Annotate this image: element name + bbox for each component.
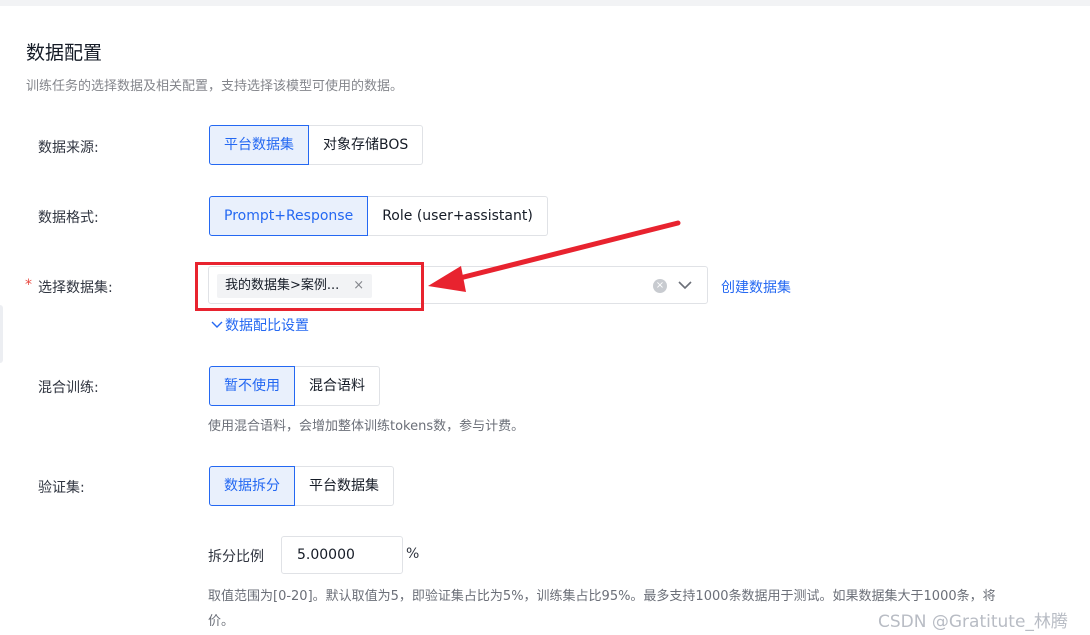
ratio-label: 拆分比例 [208,549,264,565]
format-option-prompt-response[interactable]: Prompt+Response [209,196,369,236]
validation-option-platform[interactable]: 平台数据集 [295,466,394,506]
ratio-input[interactable]: 5.00000 [281,536,403,574]
source-label: 数据来源: [38,140,99,156]
validation-hint-line1: 取值范围为[0-20]。默认取值为5，即验证集占比为5%，训练集占比95%。最多… [208,589,996,604]
source-segmented: 平台数据集 对象存储BOS [209,125,424,165]
mix-segmented: 暂不使用 混合语料 [209,366,380,406]
validation-hint-line2: 价。 [208,614,235,629]
annotation-highlight-box [195,262,424,311]
watermark: CSDN @Gratitute_林腾 [878,612,1068,632]
create-dataset-link[interactable]: 创建数据集 [721,277,791,297]
validation-segmented: 数据拆分 平台数据集 [209,466,394,506]
side-handle[interactable] [0,305,3,363]
source-option-platform[interactable]: 平台数据集 [209,125,309,165]
ratio-settings-text: 数据配比设置 [225,318,309,334]
chevron-down-icon[interactable] [677,275,693,295]
mix-hint: 使用混合语料，会增加整体训练tokens数，参与计费。 [208,419,525,434]
mix-option-none[interactable]: 暂不使用 [209,366,295,406]
source-option-bos[interactable]: 对象存储BOS [309,125,424,165]
mix-label: 混合训练: [38,380,99,396]
ratio-settings-link[interactable]: 数据配比设置 [211,315,309,335]
validation-option-split[interactable]: 数据拆分 [209,466,295,506]
section-title: 数据配置 [26,42,103,64]
validation-label: 验证集: [38,480,85,496]
annotation-arrow [428,220,681,292]
required-mark: * [25,277,32,293]
dataset-label: 选择数据集: [38,280,113,296]
ratio-unit: % [406,546,420,562]
chevron-down-icon [211,321,223,328]
section-subtitle: 训练任务的选择数据及相关配置，支持选择该模型可使用的数据。 [26,79,404,94]
clear-icon[interactable]: × [653,279,667,293]
format-segmented: Prompt+Response Role (user+assistant) [209,196,548,236]
format-option-role[interactable]: Role (user+assistant) [368,196,548,236]
top-bar [0,0,1090,6]
mix-option-mixed[interactable]: 混合语料 [295,366,380,406]
format-label: 数据格式: [38,210,99,226]
